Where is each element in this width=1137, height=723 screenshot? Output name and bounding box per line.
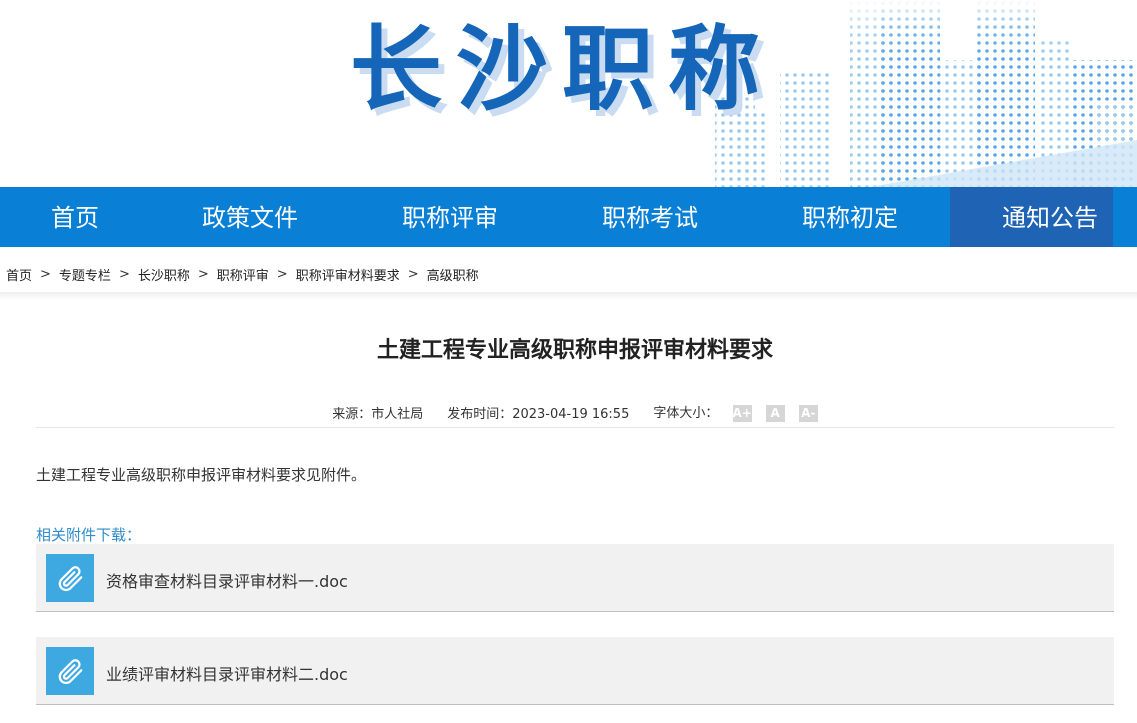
nav-item-home[interactable]: 首页 [0,187,150,247]
article-body: 土建工程专业高级职称申报评审材料要求见附件。 [36,466,367,484]
breadcrumb-separator: > [276,266,288,282]
nav-item-initial-assessment[interactable]: 职称初定 [750,187,950,247]
nav-item-evaluation[interactable]: 职称评审 [350,187,550,247]
breadcrumb-senior-title[interactable]: 高级职称 [427,265,479,284]
breadcrumb-divider [0,292,1137,300]
main-nav: 首页 政策文件 职称评审 职称考试 职称初定 通知公告 [0,187,1137,247]
breadcrumb-separator: > [118,266,130,282]
paperclip-icon [46,554,94,602]
font-size-control: 字体大小： A+ A A- [653,402,818,422]
breadcrumb-separator: > [197,266,209,282]
font-size-label: 字体大小： [653,406,719,421]
attachment-item[interactable]: 资格审查材料目录评审材料一.doc [36,544,1114,612]
attachment-filename[interactable]: 资格审查材料目录评审材料一.doc [106,568,348,592]
paperclip-icon [46,647,94,695]
breadcrumb-separator: > [407,266,419,282]
breadcrumb: 首页 > 专题专栏 > 长沙职称 > 职称评审 > 职称评审材料要求 > 高级职… [6,262,479,286]
breadcrumb-separator: > [40,266,51,282]
nav-item-policy[interactable]: 政策文件 [150,187,350,247]
site-title: 长沙职称 [350,16,775,123]
breadcrumb-special-column[interactable]: 专题专栏 [59,265,111,284]
nav-item-exam[interactable]: 职称考试 [550,187,750,247]
article-source: 来源：市人社局 [332,406,424,422]
article-publish-time: 发布时间：2023-04-19 16:55 [447,406,630,422]
article-meta: 来源：市人社局 发布时间：2023-04-19 16:55 字体大小： A+ A… [0,402,1137,422]
breadcrumb-home[interactable]: 首页 [6,265,32,284]
header-banner: 长沙职称 [0,0,1137,187]
attachments-heading: 相关附件下载： [36,526,142,544]
nav-item-notices[interactable]: 通知公告 [950,187,1113,247]
attachment-item[interactable]: 业绩评审材料目录评审材料二.doc [36,637,1114,705]
font-size-increase-button[interactable]: A+ [732,405,752,422]
breadcrumb-evaluation[interactable]: 职称评审 [217,265,269,284]
attachment-filename[interactable]: 业绩评审材料目录评审材料二.doc [106,661,348,685]
font-size-decrease-button[interactable]: A- [798,405,818,422]
breadcrumb-material-requirements[interactable]: 职称评审材料要求 [296,265,400,284]
article-title: 土建工程专业高级职称申报评审材料要求 [376,338,773,363]
font-size-reset-button[interactable]: A [765,405,785,422]
breadcrumb-changsha-titles[interactable]: 长沙职称 [138,265,190,284]
meta-divider [36,427,1114,428]
